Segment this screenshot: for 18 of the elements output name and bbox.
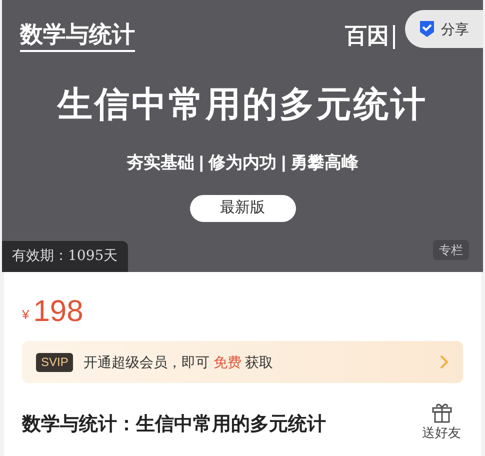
chevron-right-icon xyxy=(440,355,449,369)
cover-logo-text: 百因 xyxy=(345,22,389,51)
gift-icon xyxy=(430,401,452,423)
price: 198 xyxy=(33,296,84,328)
gift-button[interactable]: 送好友 xyxy=(422,401,461,442)
cover-slogan: 夯实基础 | 修为内功 | 勇攀高峰 xyxy=(126,152,359,174)
edition-pill: 最新版 xyxy=(190,195,296,222)
cover-brand: 数学与统计 xyxy=(20,20,135,52)
svip-text: 开通超级会员，即可 免费 获取 xyxy=(83,352,274,372)
share-button[interactable]: 分享 xyxy=(405,10,483,48)
currency-symbol: ¥ xyxy=(22,306,30,324)
svip-badge: SVIP xyxy=(36,352,74,372)
course-title: 数学与统计：生信中常用的多元统计 xyxy=(22,412,326,437)
svip-banner[interactable]: SVIP 开通超级会员，即可 免费 获取 xyxy=(22,341,463,383)
type-tag: 专栏 xyxy=(433,240,469,260)
cover-headline: 生信中常用的多元统计 xyxy=(58,83,428,127)
shield-icon xyxy=(419,20,435,38)
validity-badge: 有效期：1095天 xyxy=(2,241,128,272)
